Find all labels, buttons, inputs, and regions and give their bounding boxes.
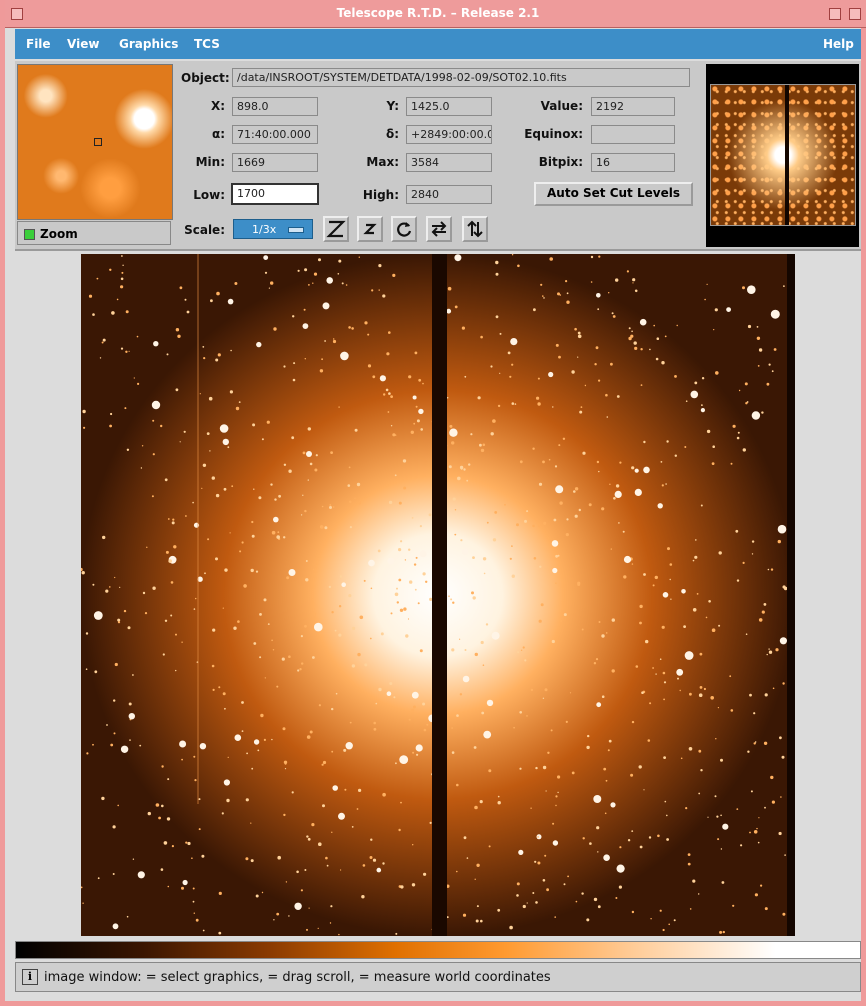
equinox-field[interactable]: [591, 125, 675, 144]
menu-file[interactable]: File: [26, 37, 51, 51]
x-label: X:: [211, 99, 226, 113]
zoom-cursor-icon: [94, 138, 102, 146]
status-text: image window: = select graphics, = drag …: [44, 970, 551, 985]
zoom-label: Zoom: [40, 227, 78, 241]
object-label: Object:: [181, 71, 230, 85]
zoom-toggle[interactable]: Zoom: [17, 221, 171, 245]
flip-y-button[interactable]: [462, 216, 488, 242]
minimize-button[interactable]: [829, 8, 841, 20]
panner-image[interactable]: [710, 84, 856, 226]
low-label: Low:: [193, 188, 225, 202]
menu-graphics[interactable]: Graphics: [119, 37, 178, 51]
menu-bar: File View Graphics TCS Help: [15, 29, 861, 59]
alpha-field[interactable]: 71:40:00.000: [232, 125, 318, 144]
value-field[interactable]: 2192: [591, 97, 675, 116]
window-title: Telescope R.T.D. – Release 2.1: [336, 6, 540, 20]
menu-help[interactable]: Help: [823, 37, 854, 51]
menu-view[interactable]: View: [67, 37, 99, 51]
alpha-label: α:: [211, 127, 225, 141]
max-label: Max:: [366, 155, 399, 169]
flip-x-button[interactable]: [426, 216, 452, 242]
y-field[interactable]: 1425.0: [406, 97, 492, 116]
scale-label: Scale:: [184, 223, 225, 237]
info-panel: Zoom Object: /data/INSROOT/SYSTEM/DETDAT…: [15, 61, 861, 251]
flip-x-icon: [431, 221, 447, 237]
equinox-label: Equinox:: [524, 127, 583, 141]
delta-label: δ:: [385, 127, 399, 141]
colorbar[interactable]: [15, 941, 861, 959]
maximize-button[interactable]: [849, 8, 861, 20]
high-input[interactable]: 2840: [406, 185, 492, 204]
min-label: Min:: [195, 155, 225, 169]
bitpix-label: Bitpix:: [538, 155, 583, 169]
flip-y-icon: [467, 220, 483, 238]
panner-gap: [785, 85, 789, 225]
image-window[interactable]: [81, 254, 795, 936]
y-label: Y:: [386, 99, 399, 113]
zoom-in-button[interactable]: [323, 216, 349, 242]
detector-gap: [432, 254, 447, 936]
panner-view[interactable]: [706, 64, 859, 247]
x-field[interactable]: 898.0: [232, 97, 318, 116]
bitpix-field[interactable]: 16: [591, 153, 675, 172]
image-area: [15, 251, 861, 939]
zoom-indicator-icon: [24, 229, 35, 240]
zoom-out-button[interactable]: [357, 216, 383, 242]
menu-tcs[interactable]: TCS: [194, 37, 220, 51]
zoom-in-icon: [326, 220, 346, 238]
min-field[interactable]: 1669: [232, 153, 318, 172]
detector-edge: [787, 254, 795, 936]
option-menu-indicator-icon: [288, 227, 304, 233]
zoom-view[interactable]: [17, 64, 173, 220]
scale-value: 1/3x: [252, 223, 277, 236]
auto-set-cut-levels-button[interactable]: Auto Set Cut Levels: [534, 182, 693, 206]
rotate-icon: [397, 222, 412, 237]
status-bar: i image window: = select graphics, = dra…: [15, 962, 861, 992]
low-input[interactable]: 1700: [231, 183, 319, 205]
scale-menu-button[interactable]: 1/3x: [233, 219, 313, 239]
rotate-button[interactable]: [391, 216, 417, 242]
info-icon: i: [22, 969, 38, 985]
high-label: High:: [362, 188, 399, 202]
delta-field[interactable]: +2849:00:00.0: [406, 125, 492, 144]
title-bar[interactable]: Telescope R.T.D. – Release 2.1: [5, 0, 866, 28]
zoom-out-icon: [363, 223, 377, 235]
star-field-image[interactable]: [81, 254, 795, 936]
value-label: Value:: [540, 99, 583, 113]
max-field[interactable]: 3584: [406, 153, 492, 172]
app-window: Telescope R.T.D. – Release 2.1 File View…: [0, 0, 866, 1006]
object-field[interactable]: /data/INSROOT/SYSTEM/DETDATA/1998-02-09/…: [232, 68, 690, 87]
